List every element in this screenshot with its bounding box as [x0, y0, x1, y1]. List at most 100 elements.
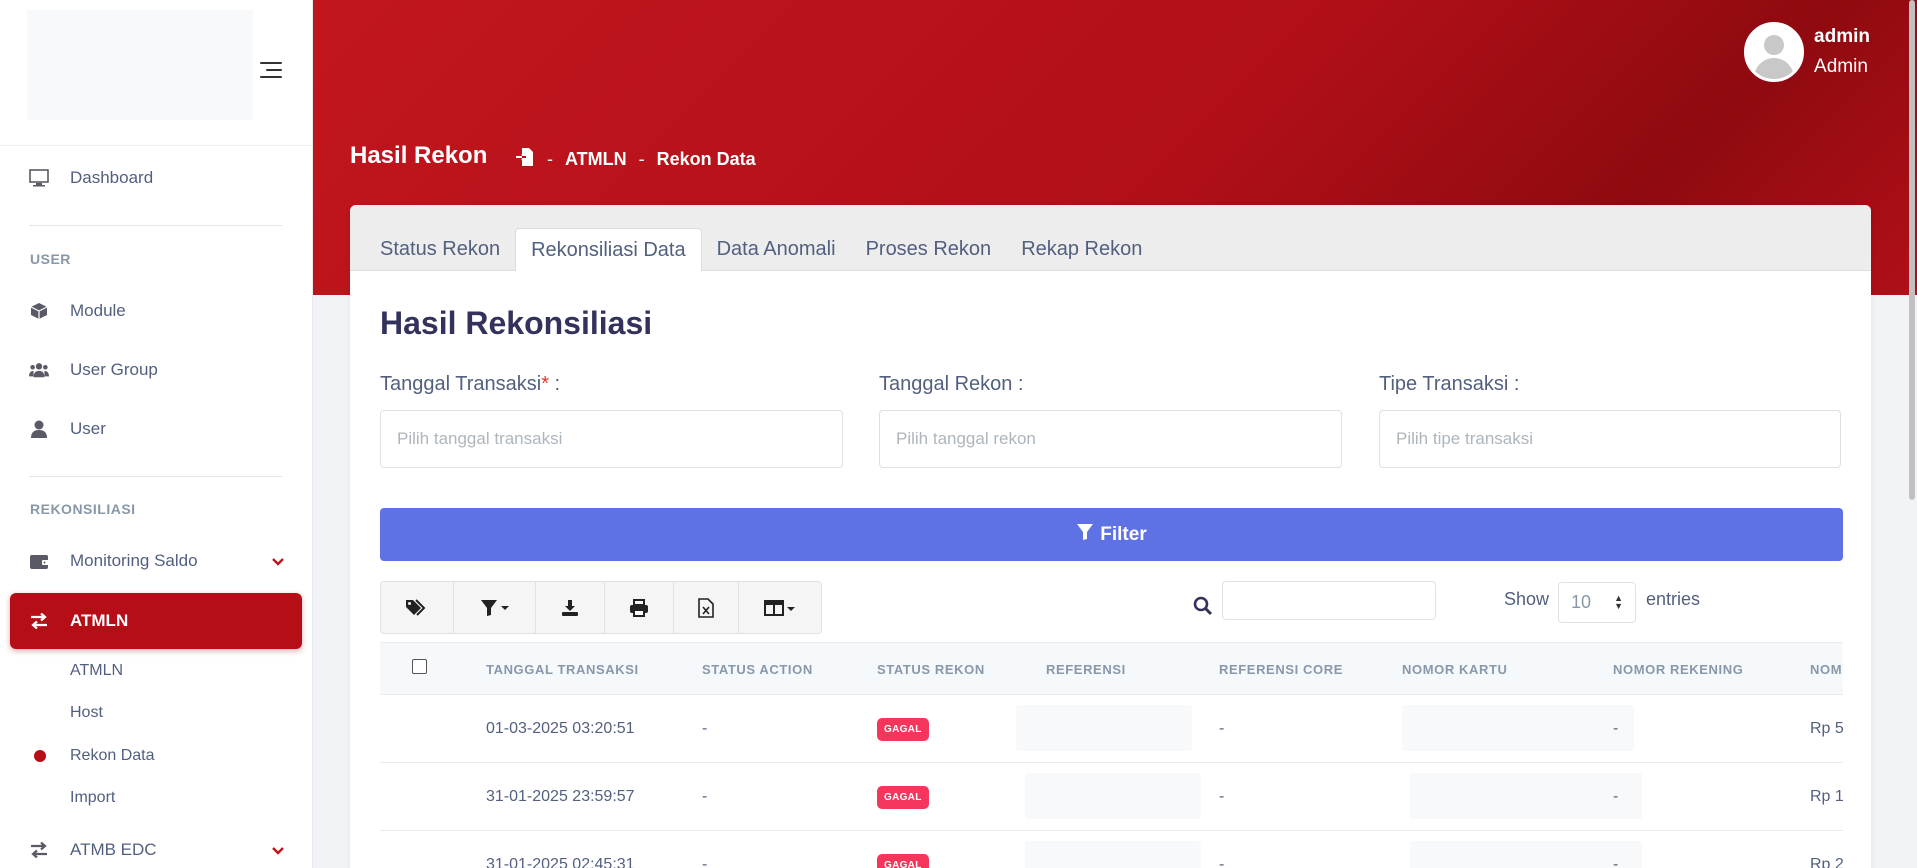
users-icon: [29, 360, 49, 380]
cell-referensi-core: -: [1219, 788, 1225, 805]
monitor-icon: [29, 168, 49, 188]
user-menu[interactable]: admin Admin: [1744, 22, 1870, 82]
sidebar: Dashboard USER Module User Group User RE…: [0, 0, 313, 868]
tanggal-rekon-label: Tanggal Rekon :: [879, 373, 1024, 395]
redacted-cell: [1410, 841, 1642, 868]
tipe-transaksi-select[interactable]: Pilih tipe transaksi: [1379, 410, 1841, 468]
breadcrumb-separator: -: [547, 149, 553, 169]
download-icon[interactable]: [536, 582, 605, 633]
scrollbar-thumb[interactable]: [1909, 0, 1915, 500]
search-icon: [1193, 596, 1213, 621]
excel-file-icon[interactable]: [674, 582, 739, 633]
redacted-cell: [1016, 705, 1192, 751]
select-all-checkbox[interactable]: [412, 659, 427, 674]
cell-status-action: -: [702, 856, 708, 868]
sidebar-item-label: ATMLN: [70, 611, 129, 630]
redacted-cell: [1402, 705, 1634, 751]
column-header[interactable]: NOMOR KARTU: [1402, 662, 1508, 677]
redacted-cell: [1025, 773, 1201, 819]
sidebar-item-user[interactable]: User: [10, 401, 302, 457]
cube-icon: [29, 301, 49, 321]
hamburger-menu-icon[interactable]: [258, 62, 282, 80]
sidebar-item-user-group[interactable]: User Group: [10, 342, 302, 398]
cell-nomor-rekening: -: [1613, 788, 1619, 805]
status-badge: GAGAL: [877, 718, 929, 741]
sidebar-item-dashboard[interactable]: Dashboard: [10, 150, 302, 206]
table-row[interactable]: 31-01-2025 02:45:31 - GAGAL - - Rp 2: [380, 831, 1844, 868]
sidebar-item-label: User Group: [70, 360, 158, 379]
cell-nomor-rekening: -: [1613, 720, 1619, 737]
cell-tanggal: 01-03-2025 03:20:51: [486, 720, 635, 737]
tanggal-transaksi-input[interactable]: Pilih tanggal transaksi: [380, 410, 843, 468]
column-header[interactable]: NOMOR REKENING: [1613, 662, 1743, 677]
sidebar-item-module[interactable]: Module: [10, 283, 302, 339]
breadcrumb-item-rekon-data[interactable]: Rekon Data: [657, 149, 756, 170]
user-name: admin: [1814, 26, 1870, 47]
table-row[interactable]: 01-03-2025 03:20:51 - GAGAL - - Rp 5: [380, 695, 1844, 763]
chevron-down-icon: [272, 553, 284, 569]
tab-bar: Status Rekon Rekonsiliasi Data Data Anom…: [350, 205, 1871, 271]
tab-rekonsiliasi-data[interactable]: Rekonsiliasi Data: [515, 228, 702, 271]
column-header[interactable]: TANGGAL TRANSAKSI: [486, 662, 639, 677]
sidebar-item-label: User: [70, 419, 106, 438]
wallet-icon: [29, 551, 49, 571]
section-title-rekonsiliasi: REKONSILIASI: [30, 501, 136, 517]
sidebar-item-label: Dashboard: [70, 168, 154, 187]
tanggal-transaksi-label: Tanggal Transaksi* :: [380, 373, 561, 395]
entries-select[interactable]: 10 ▲ ▼: [1558, 582, 1636, 623]
cell-nominal: Rp 2: [1810, 856, 1844, 868]
search-input[interactable]: [1222, 581, 1436, 620]
sidebar-item-monitoring-saldo[interactable]: Monitoring Saldo: [10, 533, 302, 589]
print-icon[interactable]: [605, 582, 674, 633]
filter-icon: [1076, 523, 1094, 547]
column-header[interactable]: REFERENSI CORE: [1219, 662, 1343, 677]
user-icon: [29, 419, 49, 439]
columns-dropdown-icon[interactable]: [739, 582, 821, 633]
tab-status-rekon[interactable]: Status Rekon: [365, 228, 515, 270]
user-role: Admin: [1814, 56, 1868, 77]
section-title-user: USER: [30, 251, 71, 267]
column-header[interactable]: STATUS ACTION: [702, 662, 813, 677]
breadcrumb: - ATMLN - Rekon Data: [515, 147, 756, 172]
cell-status-action: -: [702, 720, 708, 737]
tanggal-rekon-input[interactable]: Pilih tanggal rekon: [879, 410, 1342, 468]
sidebar-item-atmb-edc[interactable]: ATMB EDC: [10, 822, 302, 868]
section-title: Hasil Rekonsiliasi: [380, 305, 653, 341]
status-badge: GAGAL: [877, 786, 929, 809]
active-indicator-dot: [34, 750, 46, 762]
filter-button[interactable]: Filter: [380, 508, 1843, 561]
filter-dropdown-icon[interactable]: [454, 582, 536, 633]
table-row[interactable]: 31-01-2025 23:59:57 - GAGAL - - Rp 1: [380, 763, 1844, 831]
tab-proses-rekon[interactable]: Proses Rekon: [851, 228, 1007, 270]
tab-rekap-rekon[interactable]: Rekap Rekon: [1006, 228, 1157, 270]
cell-nominal: Rp 5: [1810, 720, 1844, 737]
required-mark: *: [541, 373, 549, 395]
sub-item-host[interactable]: Host: [70, 704, 103, 722]
divider: [29, 225, 282, 226]
show-label: Show: [1504, 589, 1550, 609]
filter-label: Filter: [1100, 523, 1147, 545]
sort-arrows-icon: ▲ ▼: [1614, 593, 1623, 611]
cell-nominal: Rp 1: [1810, 788, 1844, 805]
tags-icon[interactable]: [381, 582, 454, 633]
tab-data-anomali[interactable]: Data Anomali: [702, 228, 851, 270]
breadcrumb-item-atmln[interactable]: ATMLN: [565, 149, 627, 170]
cell-status-action: -: [702, 788, 708, 805]
table-header: TANGGAL TRANSAKSI STATUS ACTION STATUS R…: [380, 642, 1843, 695]
sub-item-import[interactable]: Import: [70, 789, 115, 807]
file-import-icon[interactable]: [515, 147, 535, 172]
sidebar-item-label: Monitoring Saldo: [70, 551, 198, 570]
page-scrollbar[interactable]: [1909, 0, 1917, 500]
sidebar-item-atmln[interactable]: ATMLN: [10, 593, 302, 649]
cell-nomor-rekening: -: [1613, 856, 1619, 868]
column-header[interactable]: STATUS REKON: [877, 662, 985, 677]
column-header[interactable]: NOM: [1810, 662, 1842, 677]
cell-referensi-core: -: [1219, 720, 1225, 737]
sub-item-atmln[interactable]: ATMLN: [70, 662, 123, 680]
table-toolbar: [380, 581, 822, 634]
breadcrumb-separator: -: [638, 149, 645, 169]
entries-label: entries: [1646, 589, 1701, 609]
sidebar-item-label: Module: [70, 301, 126, 320]
sub-item-rekon-data[interactable]: Rekon Data: [70, 747, 155, 765]
column-header[interactable]: REFERENSI: [1046, 662, 1126, 677]
